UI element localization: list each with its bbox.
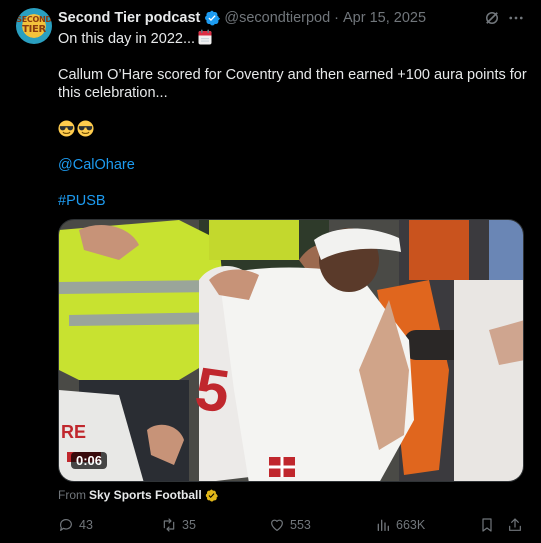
source-prefix: From xyxy=(58,488,86,502)
source-name[interactable]: Sky Sports Football xyxy=(89,488,202,502)
repost-icon xyxy=(163,518,175,532)
calendar-icon xyxy=(198,29,212,45)
video-player[interactable]: RE 5 0:06 xyxy=(58,219,524,482)
verified-badge-icon[interactable] xyxy=(204,10,221,26)
share-icon xyxy=(509,518,521,531)
media-source: From Sky Sports Football xyxy=(58,488,218,502)
reply-count: 43 xyxy=(79,518,93,532)
more-options-icon[interactable] xyxy=(507,9,525,27)
tweet-text-line: this celebration... xyxy=(58,85,168,101)
tweet[interactable]: SECOND TIER Second Tier podcast @secondt… xyxy=(0,0,541,543)
heart-icon xyxy=(271,519,283,531)
verified-gold-badge-icon xyxy=(205,488,218,502)
sunglasses-emoji-icon xyxy=(77,120,94,137)
tweet-text-line: On this day in 2022... xyxy=(58,29,528,48)
views-button[interactable]: 663K xyxy=(375,515,425,535)
author-name[interactable]: Second Tier podcast xyxy=(58,10,200,26)
tweet-header: Second Tier podcast @secondtierpod · Apr… xyxy=(58,9,426,27)
header-separator: · xyxy=(334,10,340,26)
repost-count: 35 xyxy=(182,518,196,532)
action-bar: 43 35 553 663K xyxy=(58,515,528,535)
view-count: 663K xyxy=(396,518,426,532)
share-button[interactable] xyxy=(507,515,528,535)
hashtag-link[interactable]: #PUSB xyxy=(58,193,106,209)
like-button[interactable]: 553 xyxy=(269,515,311,535)
repost-button[interactable]: 35 xyxy=(161,515,196,535)
reply-icon xyxy=(59,519,72,531)
like-count: 553 xyxy=(290,518,311,532)
tweet-text-line: Callum O’Hare scored for Coventry and th… xyxy=(58,67,527,83)
sunglasses-emoji-icon xyxy=(58,120,75,137)
post-date[interactable]: Apr 15, 2025 xyxy=(343,10,426,26)
svg-text:RE: RE xyxy=(61,422,86,442)
emoji-row xyxy=(58,120,528,139)
avatar-logo-text: SECOND TIER xyxy=(16,15,52,35)
grok-icon[interactable] xyxy=(483,9,501,27)
mention-link[interactable]: @CalOhare xyxy=(58,157,135,173)
analytics-icon xyxy=(377,519,389,531)
bookmark-button[interactable] xyxy=(479,515,500,535)
video-frame: RE 5 xyxy=(59,220,523,481)
video-duration: 0:06 xyxy=(71,452,108,469)
tweet-text: On this day in 2022... Callum O’Hare sco… xyxy=(58,29,528,210)
reply-button[interactable]: 43 xyxy=(58,515,93,535)
author-handle[interactable]: @secondtierpod xyxy=(224,10,330,26)
bookmark-icon xyxy=(482,518,492,532)
avatar[interactable]: SECOND TIER xyxy=(16,8,52,44)
